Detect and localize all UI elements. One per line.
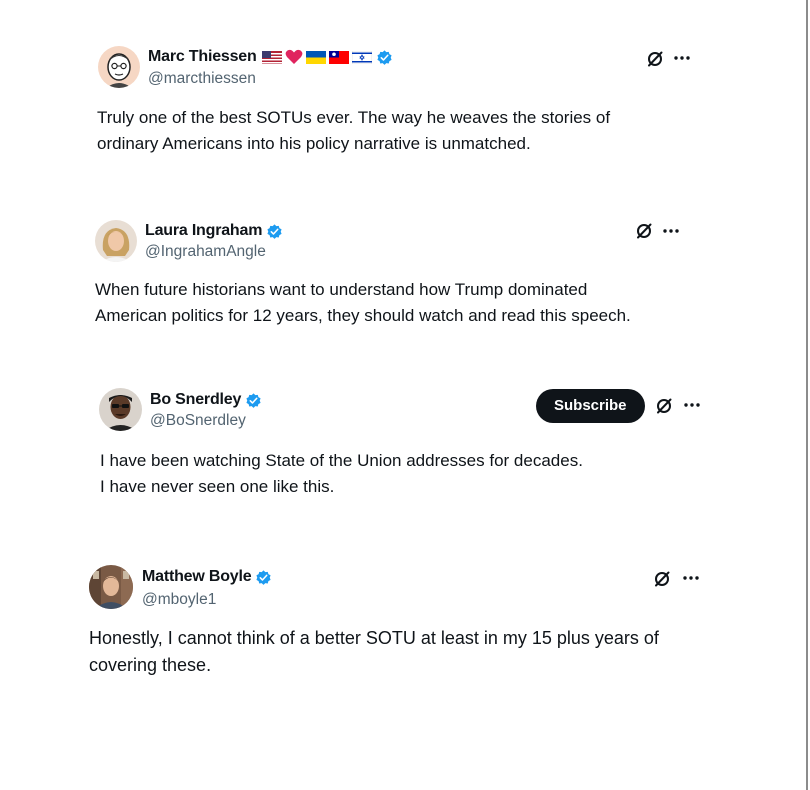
frame-edge xyxy=(806,0,808,790)
author-name[interactable]: Laura Ingraham xyxy=(145,222,262,240)
grok-icon[interactable] xyxy=(635,222,653,240)
avatar[interactable] xyxy=(89,565,133,609)
grok-icon[interactable] xyxy=(655,397,673,415)
israel-flag-icon xyxy=(351,50,372,64)
grok-icon[interactable] xyxy=(646,50,664,68)
grok-icon[interactable] xyxy=(653,570,671,588)
avatar[interactable] xyxy=(99,388,142,431)
more-options-icon[interactable] xyxy=(682,575,700,581)
tweet-text-line: I have never seen one like this. xyxy=(100,477,335,496)
tweet-text: Truly one of the best SOTUs ever. The wa… xyxy=(97,105,610,157)
tweet-text: When future historians want to understan… xyxy=(95,277,631,329)
tweet-text-line: covering these. xyxy=(89,655,212,675)
avatar[interactable] xyxy=(95,220,137,262)
avatar[interactable] xyxy=(98,46,140,88)
tweet-text-line: ordinary Americans into his policy narra… xyxy=(97,134,531,153)
verified-badge-icon xyxy=(246,392,261,408)
taiwan-flag-icon xyxy=(328,50,349,64)
tweet-text-line: Truly one of the best SOTUs ever. The wa… xyxy=(97,108,611,127)
author-name[interactable]: Bo Snerdley xyxy=(150,391,241,409)
tweet-text-line: I have been watching State of the Union … xyxy=(100,451,583,470)
us-flag-icon xyxy=(261,50,282,64)
author-name[interactable]: Marc Thiessen xyxy=(148,48,257,66)
author-handle[interactable]: @mboyle1 xyxy=(142,591,216,609)
more-options-icon[interactable] xyxy=(683,402,701,408)
author-row: Matthew Boyle xyxy=(142,568,272,586)
more-options-icon[interactable] xyxy=(673,55,691,61)
tweet-text-line: American politics for 12 years, they sho… xyxy=(95,306,631,325)
author-row: Laura Ingraham xyxy=(145,222,283,240)
tweet-text: Honestly, I cannot think of a better SOT… xyxy=(89,625,659,679)
ukraine-flag-icon xyxy=(305,50,326,64)
author-row: Marc Thiessen xyxy=(148,48,393,66)
author-handle[interactable]: @IngrahamAngle xyxy=(145,243,266,261)
author-row: Bo Snerdley xyxy=(150,391,262,409)
tweet-text-line: Honestly, I cannot think of a better SOT… xyxy=(89,628,659,648)
author-name[interactable]: Matthew Boyle xyxy=(142,568,252,586)
verified-badge-icon xyxy=(256,569,272,585)
tweet-text: I have been watching State of the Union … xyxy=(100,448,583,500)
author-handle[interactable]: @marcthiessen xyxy=(148,70,256,88)
verified-badge-icon xyxy=(376,49,392,65)
verified-badge-icon xyxy=(267,223,282,239)
more-options-icon[interactable] xyxy=(662,228,680,234)
red-heart-icon xyxy=(285,49,302,64)
author-handle[interactable]: @BoSnerdley xyxy=(150,412,246,430)
subscribe-button[interactable]: Subscribe xyxy=(536,389,645,423)
tweet-text-line: When future historians want to understan… xyxy=(95,280,588,299)
